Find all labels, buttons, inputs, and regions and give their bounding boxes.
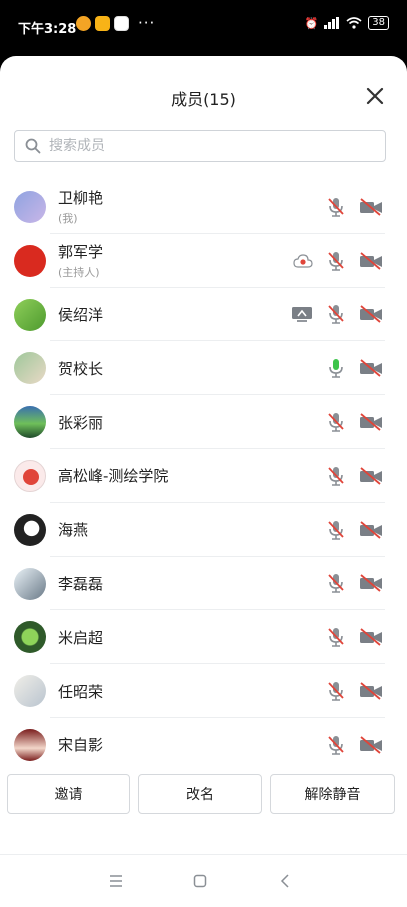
alarm-icon: ⏰ <box>304 16 319 30</box>
home-icon <box>193 874 207 888</box>
mic-muted-icon[interactable] <box>327 520 345 540</box>
member-name: 宋自影 <box>58 736 104 755</box>
avatar <box>14 191 46 223</box>
member-name: 张彩丽 <box>58 413 104 432</box>
close-icon <box>366 87 384 105</box>
mic-muted-icon[interactable] <box>327 412 345 432</box>
member-list[interactable]: 卫柳艳 (我) 郭军学 (主持人) 侯绍洋 贺校长 张彩丽 高松峰-测绘学院 海… <box>0 180 407 766</box>
camera-off-icon[interactable] <box>359 736 383 754</box>
member-name: 海燕 <box>58 521 89 540</box>
member-name: 侯绍洋 <box>58 305 104 324</box>
mic-muted-icon[interactable] <box>327 681 345 701</box>
mic-muted-icon[interactable] <box>327 251 345 271</box>
status-time: 下午3:28 <box>18 22 77 37</box>
member-name: 贺校长 <box>58 359 104 378</box>
invite-button[interactable]: 邀请 <box>7 774 130 814</box>
mic-muted-icon[interactable] <box>327 573 345 594</box>
camera-off-icon[interactable] <box>359 251 383 270</box>
member-row[interactable]: 高松峰-测绘学院 <box>0 449 407 503</box>
menu-icon <box>110 875 122 887</box>
status-app-icons <box>76 16 129 31</box>
camera-off-icon[interactable] <box>359 574 383 593</box>
status-system-icons: ⏰ 38 <box>305 16 389 30</box>
member-row[interactable]: 宋自影 <box>0 718 407 766</box>
camera-off-icon[interactable] <box>359 682 383 700</box>
camera-off-icon[interactable] <box>359 628 383 646</box>
mic-muted-icon[interactable] <box>327 304 345 325</box>
member-row[interactable]: 侯绍洋 <box>0 288 407 342</box>
camera-off-icon[interactable] <box>359 413 383 431</box>
avatar <box>14 675 46 708</box>
avatar <box>14 728 46 761</box>
notification-app-icon <box>114 16 129 31</box>
search-input[interactable] <box>47 137 351 155</box>
system-nav-bar <box>0 854 407 907</box>
signal-icon <box>324 17 340 29</box>
status-bar: 下午3:28 ··· ⏰ 38 <box>0 0 407 56</box>
search-box[interactable] <box>14 130 386 162</box>
camera-off-icon[interactable] <box>359 359 383 377</box>
nav-home-button[interactable] <box>188 869 212 893</box>
member-name: 郭军学 <box>58 243 104 262</box>
member-name: 高松峰-测绘学院 <box>58 467 169 486</box>
notification-app-icon <box>76 16 91 31</box>
member-name: 李磊磊 <box>58 574 104 593</box>
avatar <box>14 567 46 600</box>
notification-app-icon <box>95 16 110 31</box>
member-row[interactable]: 米启超 <box>0 610 407 665</box>
avatar <box>14 406 46 439</box>
rename-button[interactable]: 改名 <box>138 774 262 814</box>
avatar <box>14 621 46 654</box>
cloud-record-icon <box>293 254 313 268</box>
avatar <box>14 298 46 331</box>
mic-muted-icon[interactable] <box>327 735 345 755</box>
search-icon <box>25 138 41 154</box>
member-role: (我) <box>58 212 78 226</box>
members-panel: 成员(15) 卫柳艳 (我) 郭军学 (主持人) <box>0 56 407 907</box>
back-icon <box>280 874 289 888</box>
avatar <box>14 459 46 492</box>
member-name: 米启超 <box>58 628 104 647</box>
avatar <box>14 244 46 277</box>
mic-active-icon[interactable] <box>327 358 345 379</box>
camera-off-icon[interactable] <box>359 305 383 324</box>
camera-off-icon[interactable] <box>359 520 383 539</box>
mic-muted-icon[interactable] <box>327 627 345 648</box>
camera-off-icon[interactable] <box>359 467 383 485</box>
close-button[interactable] <box>365 86 385 106</box>
status-more-icon: ··· <box>138 14 156 32</box>
screen-share-icon <box>291 306 313 323</box>
page-title: 成员(15) <box>171 90 236 109</box>
member-row[interactable]: 张彩丽 <box>0 395 407 449</box>
mic-muted-icon[interactable] <box>327 466 345 486</box>
member-row[interactable]: 海燕 <box>0 503 407 557</box>
member-row[interactable]: 卫柳艳 (我) <box>0 180 407 234</box>
member-name: 卫柳艳 <box>58 189 104 208</box>
avatar <box>14 513 46 546</box>
member-row[interactable]: 李磊磊 <box>0 557 407 611</box>
camera-off-icon[interactable] <box>359 198 383 216</box>
avatar <box>14 352 46 385</box>
mic-muted-icon[interactable] <box>327 197 345 217</box>
action-bar: 邀请 改名 解除静音 <box>0 774 407 818</box>
nav-back-button[interactable] <box>273 869 297 893</box>
nav-menu-button[interactable] <box>104 869 128 893</box>
member-role: (主持人) <box>58 266 100 280</box>
member-row[interactable]: 贺校长 <box>0 341 407 396</box>
unmute-all-button[interactable]: 解除静音 <box>270 774 395 814</box>
battery-icon: 38 <box>368 16 389 30</box>
wifi-icon <box>346 17 362 29</box>
member-row[interactable]: 任昭荣 <box>0 664 407 718</box>
member-name: 任昭荣 <box>58 682 104 701</box>
member-row[interactable]: 郭军学 (主持人) <box>0 234 407 288</box>
